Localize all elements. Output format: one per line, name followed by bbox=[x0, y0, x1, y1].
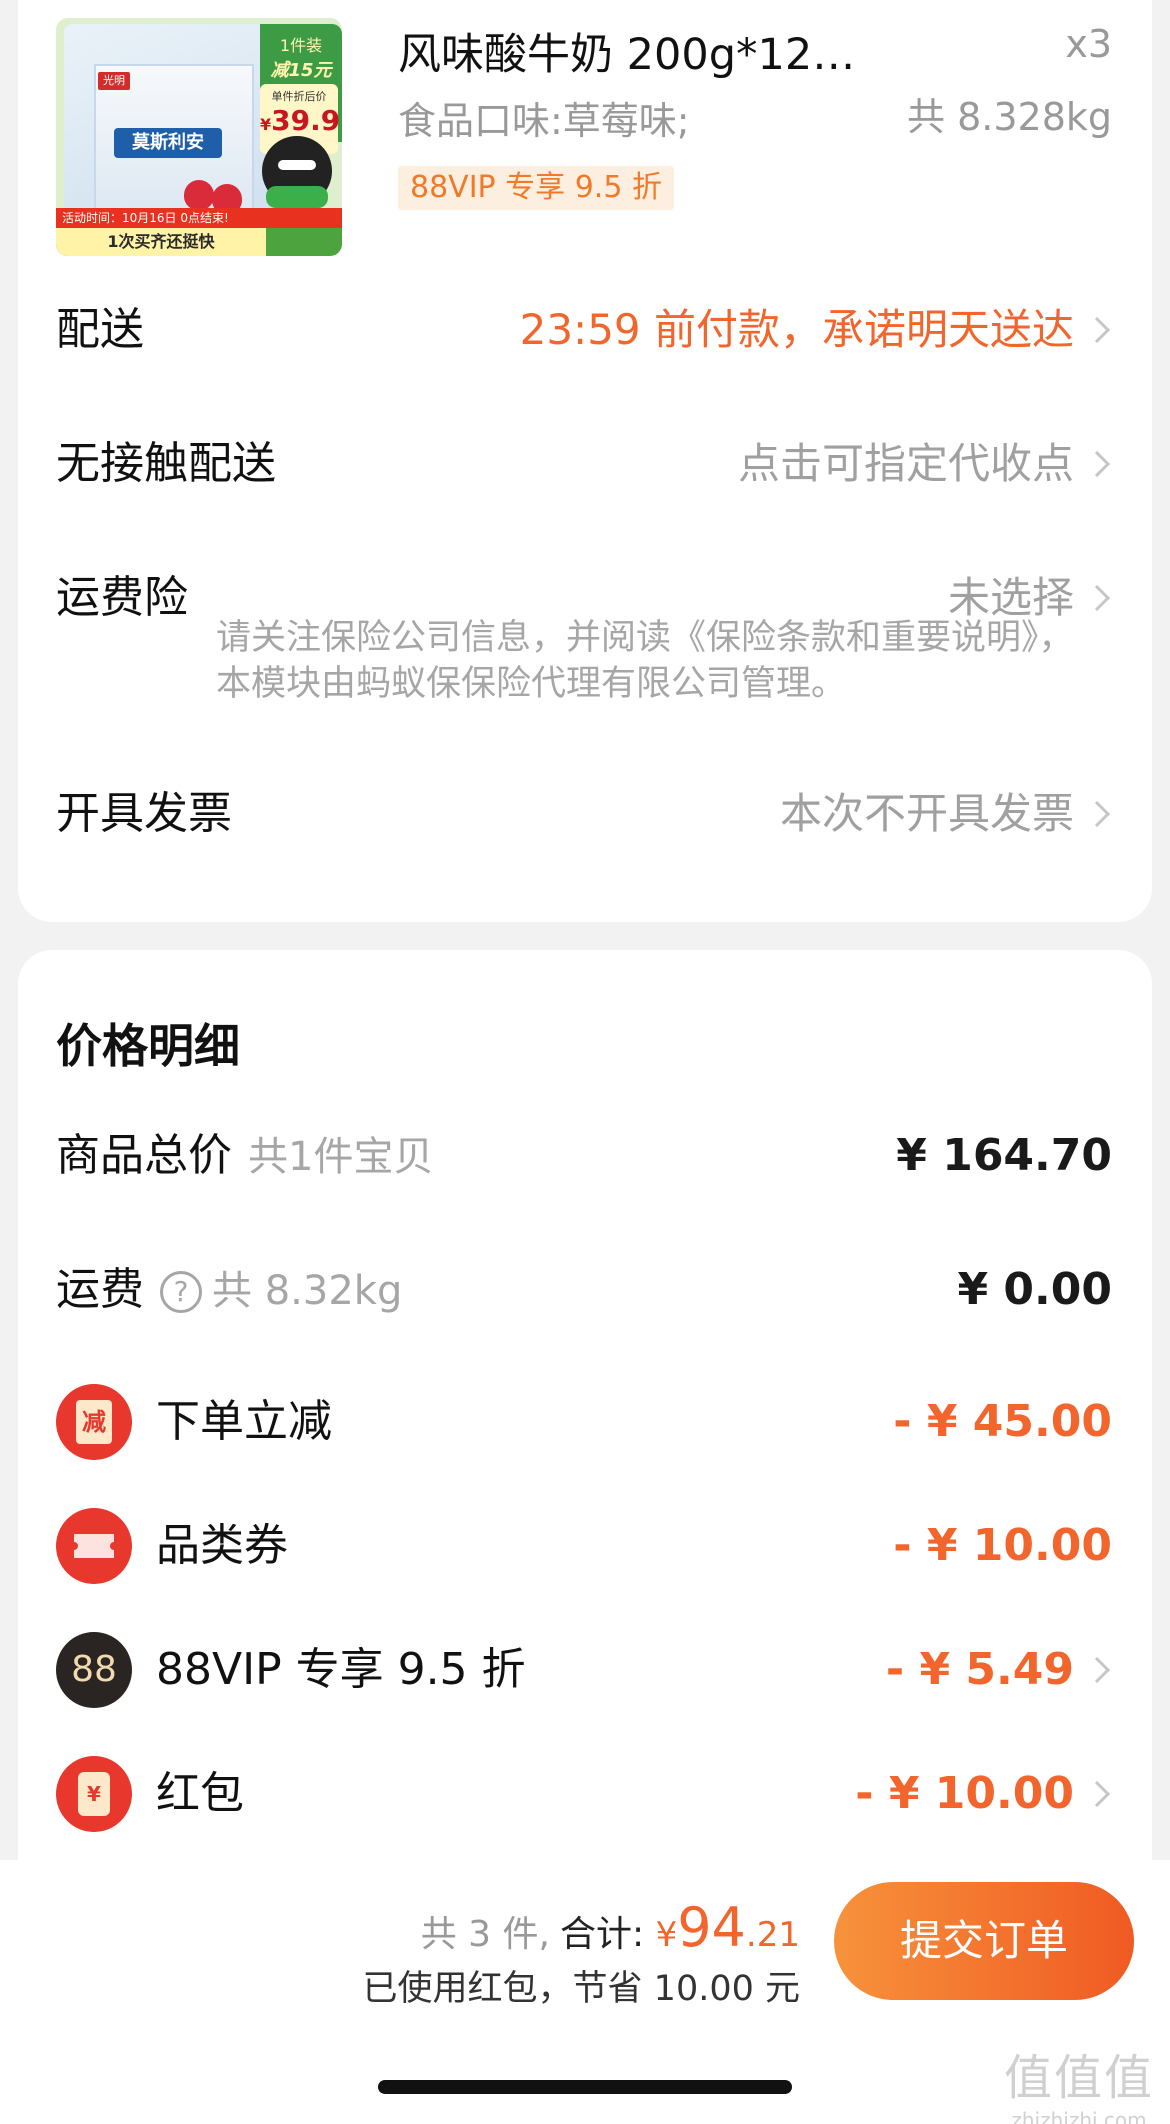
chevron-right-icon bbox=[1094, 316, 1111, 344]
shipping-fee-label: 运费? 共 8.32kg bbox=[56, 1260, 402, 1321]
invoice-value: 本次不开具发票 bbox=[779, 789, 1074, 838]
chevron-right-icon bbox=[1094, 450, 1111, 478]
submit-order-button[interactable]: 提交订单 bbox=[834, 1882, 1134, 2000]
contactless-label: 无接触配送 bbox=[56, 438, 276, 489]
goods-total-text: 商品总价 bbox=[56, 1130, 232, 1181]
image-price-label: 单件折后价 bbox=[271, 90, 327, 103]
category-coupon-amount: - ¥ 10.00 bbox=[893, 1520, 1112, 1571]
image-footer: 活动时间：10月16日 0点结束! 1次买齐还挺快 bbox=[56, 208, 342, 256]
ticket-icon bbox=[74, 1534, 114, 1558]
order-options-card: 光明 莫斯利安 1件装 减15元 单件折后价 ¥39.9 活动时间：10月16日… bbox=[18, 0, 1152, 922]
vip-discount-badge: 88VIP 专享 9.5 折 bbox=[398, 166, 674, 210]
price-detail-card: 价格明细 商品总价 共1件宝贝 ¥ 164.70 运费? 共 8.32kg ¥ 0.… bbox=[18, 950, 1152, 1870]
product-spec[interactable]: 食品口味:草莓味; bbox=[398, 90, 690, 145]
image-price-currency: ¥ bbox=[260, 115, 272, 134]
vip-discount-label[interactable]: 88VIP 专享 9.5 折 bbox=[156, 1640, 526, 1700]
contactless-delivery-row[interactable]: 无接触配送 点击可指定代收点 bbox=[56, 434, 1114, 494]
insurance-note[interactable]: 请关注保险公司信息，并阅读《保险条款和重要说明》，本模块由蚂蚁保保险代理有限公司… bbox=[216, 615, 1076, 707]
total-currency: ¥ bbox=[655, 1915, 678, 1955]
invoice-label: 开具发票 bbox=[56, 788, 232, 839]
red-packet-label[interactable]: 红包 bbox=[156, 1764, 244, 1824]
image-price-number: 39.9 bbox=[271, 104, 341, 137]
tag-discount: 减15元 bbox=[270, 60, 332, 81]
red-packet-icon-text: ¥ bbox=[78, 1772, 110, 1816]
product-image[interactable]: 光明 莫斯利安 1件装 减15元 单件折后价 ¥39.9 活动时间：10月16日… bbox=[56, 18, 342, 256]
product-weight: 共 8.328kg bbox=[907, 95, 1112, 139]
savings-text: 已使用红包，节省 10.00 元 bbox=[362, 1969, 800, 2009]
price-detail-title: 价格明细 bbox=[56, 1019, 240, 1073]
red-packet-amount[interactable]: - ¥ 10.00 bbox=[855, 1764, 1074, 1824]
image-slogan: 1次买齐还挺快 bbox=[56, 228, 266, 256]
delivery-label: 配送 bbox=[56, 304, 144, 355]
goods-total-amount: ¥ 164.70 bbox=[896, 1130, 1112, 1181]
product-title[interactable]: 风味酸牛奶 200g*12… bbox=[398, 20, 855, 82]
activity-time: 活动时间：10月16日 0点结束! bbox=[56, 208, 342, 228]
delivery-value: 23:59 前付款，承诺明天送达 bbox=[519, 305, 1074, 354]
shipping-fee-amount: ¥ 0.00 bbox=[957, 1264, 1113, 1315]
image-price-value: ¥39.9 bbox=[260, 104, 341, 137]
total-label: 合计: bbox=[559, 1914, 645, 1955]
instant-discount-icon: 减 bbox=[56, 1384, 132, 1460]
question-circle-icon[interactable]: ? bbox=[160, 1271, 202, 1313]
shipping-weight: 共 8.32kg bbox=[212, 1268, 403, 1314]
instant-discount-icon-text: 减 bbox=[76, 1400, 112, 1444]
site-watermark: 值值值 zhizhizhi.com bbox=[1004, 2038, 1154, 2124]
chevron-right-icon bbox=[1094, 584, 1111, 612]
strawberry-icon bbox=[184, 180, 214, 210]
instant-discount-amount: - ¥ 45.00 bbox=[893, 1396, 1112, 1447]
brand-name: 莫斯利安 bbox=[114, 128, 222, 158]
invoice-row[interactable]: 开具发票 本次不开具发票 bbox=[56, 784, 1114, 844]
contactless-value: 点击可指定代收点 bbox=[737, 439, 1074, 488]
delivery-row[interactable]: 配送 23:59 前付款，承诺明天送达 bbox=[56, 300, 1114, 360]
tag-quantity: 1件装 bbox=[279, 36, 323, 55]
insurance-label: 运费险 bbox=[56, 572, 188, 623]
vip-discount-amount[interactable]: - ¥ 5.49 bbox=[886, 1640, 1074, 1700]
goods-total-label: 商品总价 共1件宝贝 bbox=[56, 1126, 433, 1187]
chevron-right-icon bbox=[1094, 800, 1111, 828]
order-total: 共 3 件, 合计: ¥94.21 bbox=[421, 1896, 800, 1959]
watermark-url: zhizhizhi.com bbox=[1011, 2108, 1147, 2124]
goods-count: 共1件宝贝 bbox=[248, 1134, 434, 1180]
vip-88-icon: 88 bbox=[56, 1632, 132, 1708]
home-indicator[interactable] bbox=[378, 2080, 792, 2094]
scooter-icon bbox=[266, 186, 328, 208]
watermark-logo: 值值值 bbox=[1003, 2050, 1154, 2106]
chevron-right-icon[interactable] bbox=[1090, 1776, 1114, 1812]
category-coupon-label: 品类券 bbox=[156, 1520, 288, 1571]
instant-discount-label: 下单立减 bbox=[156, 1396, 332, 1447]
item-count: 共 3 件, bbox=[420, 1914, 550, 1955]
red-packet-icon: ¥ bbox=[56, 1756, 132, 1832]
chevron-right-icon[interactable] bbox=[1090, 1652, 1114, 1688]
bottom-submit-bar: 共 3 件, 合计: ¥94.21 已使用红包，节省 10.00 元 提交订单 bbox=[0, 1860, 1170, 2124]
coupon-ticket-icon bbox=[56, 1508, 132, 1584]
total-integer: 94 bbox=[677, 1896, 746, 1959]
shipping-fee-text: 运费 bbox=[56, 1264, 144, 1315]
product-package-image: 光明 莫斯利安 bbox=[64, 24, 274, 224]
total-decimal: .21 bbox=[745, 1915, 800, 1955]
brand-logo: 光明 bbox=[98, 72, 130, 90]
product-quantity: x3 bbox=[1065, 22, 1112, 66]
vip-88-icon-text: 88 bbox=[71, 1649, 117, 1690]
